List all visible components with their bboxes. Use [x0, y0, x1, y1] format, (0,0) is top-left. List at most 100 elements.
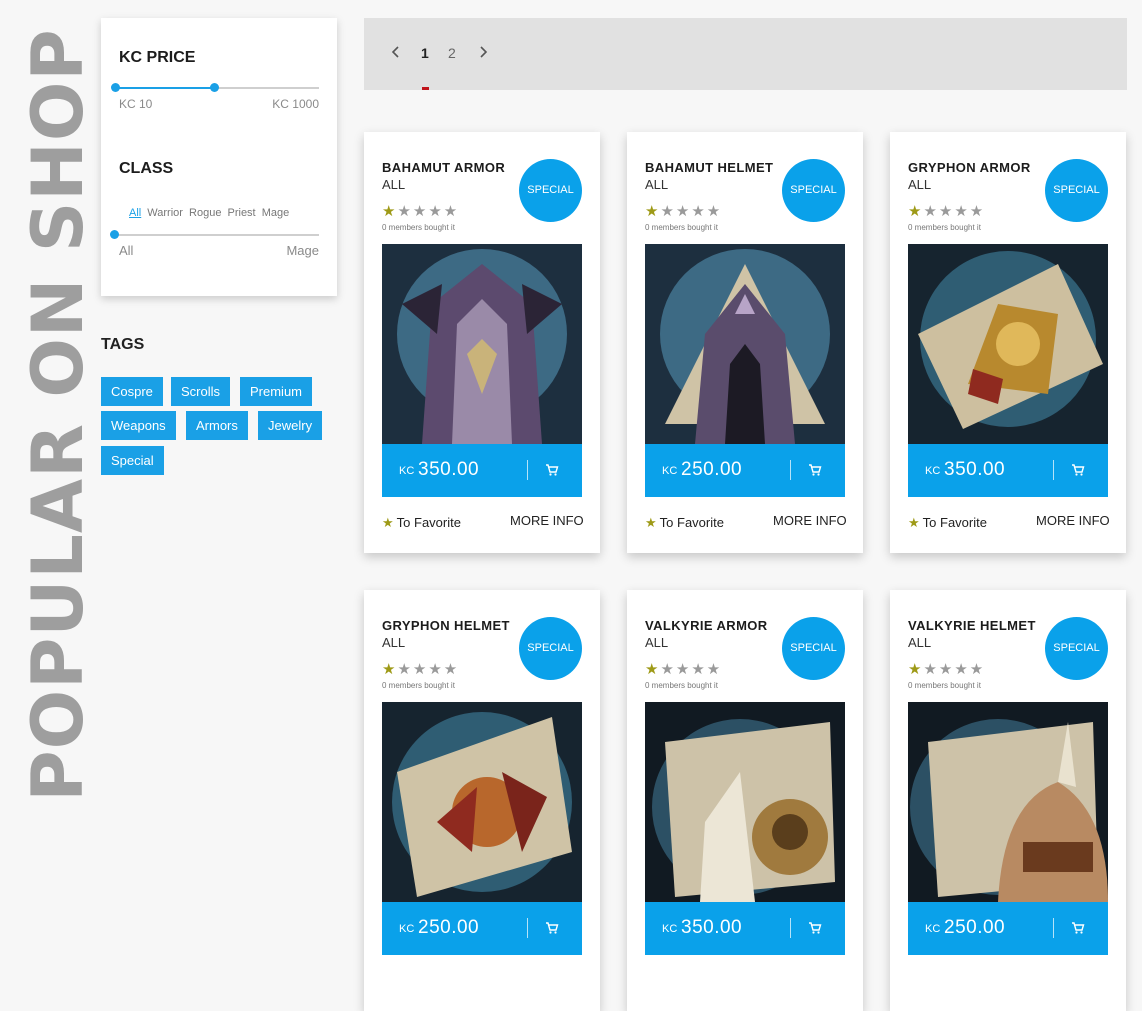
- cart-icon[interactable]: [808, 921, 822, 935]
- cart-icon[interactable]: [545, 463, 559, 477]
- star-icon: ★: [908, 515, 920, 530]
- bought-count: 0 members bought it: [382, 681, 455, 690]
- filter-panel: KC PRICE KC 10 KC 1000 CLASS All Warrior…: [101, 18, 337, 296]
- price-slider-max-handle[interactable]: [210, 83, 219, 92]
- favorite-label: To Favorite: [922, 515, 987, 530]
- class-min-label: All: [119, 243, 134, 258]
- product-image[interactable]: [908, 702, 1108, 902]
- price-divider: [790, 918, 791, 938]
- tag-cospre[interactable]: Cospre: [101, 377, 163, 406]
- class-option-priest[interactable]: Priest: [228, 207, 256, 219]
- bought-count: 0 members bought it: [645, 681, 718, 690]
- price-bar: KC 350.00: [645, 902, 845, 955]
- product-card: BAHAMUT ARMOR ALL SPECIAL ★★★★★ 0 member…: [364, 132, 600, 553]
- favorite-link[interactable]: ★ To Favorite: [645, 515, 724, 531]
- price-max-label: KC 1000: [272, 97, 319, 111]
- product-image[interactable]: [908, 244, 1108, 444]
- cart-icon[interactable]: [1071, 463, 1085, 477]
- product-card: GRYPHON HELMET ALL SPECIAL ★★★★★ 0 membe…: [364, 590, 600, 1011]
- tag-scrolls[interactable]: Scrolls: [171, 377, 231, 406]
- rating-stars: ★★★★★: [382, 203, 460, 220]
- more-info-link[interactable]: MORE INFO: [773, 513, 847, 528]
- price-filter-heading: KC PRICE: [119, 49, 196, 66]
- price-currency: KC: [662, 465, 678, 477]
- rating-stars: ★★★★★: [645, 203, 723, 220]
- price-divider: [790, 460, 791, 480]
- tag-armors[interactable]: Armors: [186, 411, 248, 440]
- product-class: ALL: [645, 635, 669, 650]
- more-info-link[interactable]: MORE INFO: [510, 513, 584, 528]
- product-image[interactable]: [382, 244, 582, 444]
- product-name[interactable]: BAHAMUT HELMET: [645, 160, 773, 175]
- bought-count: 0 members bought it: [908, 223, 981, 232]
- product-name[interactable]: VALKYRIE ARMOR: [645, 618, 768, 633]
- price-amount: 250.00: [418, 917, 480, 938]
- product-name[interactable]: BAHAMUT ARMOR: [382, 160, 505, 175]
- product-image[interactable]: [382, 702, 582, 902]
- tag-jewelry[interactable]: Jewelry: [258, 411, 323, 440]
- bought-count: 0 members bought it: [382, 223, 455, 232]
- favorite-label: To Favorite: [396, 515, 461, 530]
- favorite-link[interactable]: ★ To Favorite: [382, 515, 461, 531]
- class-filter-heading: CLASS: [119, 160, 174, 177]
- pagination-bar: 1 2: [364, 18, 1127, 90]
- product-class: ALL: [382, 177, 406, 192]
- chevron-left-icon[interactable]: [391, 45, 400, 61]
- price-amount: 350.00: [944, 459, 1006, 480]
- cart-icon[interactable]: [808, 463, 822, 477]
- product-class: ALL: [908, 635, 932, 650]
- price-slider-fill: [116, 87, 215, 89]
- favorite-link[interactable]: ★ To Favorite: [908, 515, 987, 531]
- tag-weapons[interactable]: Weapons: [101, 411, 176, 440]
- special-badge: SPECIAL: [782, 617, 845, 680]
- price-bar: KC 350.00: [382, 444, 582, 497]
- tags-heading: TAGS: [101, 336, 145, 353]
- page-2-link[interactable]: 2: [448, 45, 456, 61]
- class-slider-handle[interactable]: [110, 230, 119, 239]
- product-card: VALKYRIE HELMET ALL SPECIAL ★★★★★ 0 memb…: [890, 590, 1126, 1011]
- special-badge: SPECIAL: [782, 159, 845, 222]
- cart-icon[interactable]: [545, 921, 559, 935]
- chevron-right-icon[interactable]: [479, 45, 488, 61]
- price-currency: KC: [399, 465, 415, 477]
- price-amount: 250.00: [944, 917, 1006, 938]
- product-image[interactable]: [645, 702, 845, 902]
- price-bar: KC 350.00: [908, 444, 1108, 497]
- rating-stars: ★★★★★: [908, 661, 986, 678]
- class-slider-track[interactable]: [116, 234, 319, 236]
- rating-stars: ★★★★★: [908, 203, 986, 220]
- price-divider: [527, 460, 528, 480]
- cart-icon[interactable]: [1071, 921, 1085, 935]
- class-option-all[interactable]: All: [129, 207, 141, 219]
- price-currency: KC: [662, 923, 678, 935]
- rating-stars: ★★★★★: [382, 661, 460, 678]
- price-amount: 350.00: [681, 917, 743, 938]
- product-name[interactable]: VALKYRIE HELMET: [908, 618, 1036, 633]
- favorite-label: To Favorite: [659, 515, 724, 530]
- product-image[interactable]: [645, 244, 845, 444]
- class-option-rogue[interactable]: Rogue: [189, 207, 221, 219]
- price-bar: KC 250.00: [645, 444, 845, 497]
- special-badge: SPECIAL: [519, 159, 582, 222]
- special-badge: SPECIAL: [1045, 617, 1108, 680]
- bought-count: 0 members bought it: [908, 681, 981, 690]
- price-amount: 350.00: [418, 459, 480, 480]
- tag-premium[interactable]: Premium: [240, 377, 313, 406]
- product-name[interactable]: GRYPHON HELMET: [382, 618, 510, 633]
- page-1-link[interactable]: 1: [421, 45, 429, 61]
- side-title: POPULAR ON SHOP: [17, 28, 99, 802]
- star-icon: ★: [382, 515, 394, 530]
- price-bar: KC 250.00: [908, 902, 1108, 955]
- product-class: ALL: [908, 177, 932, 192]
- more-info-link[interactable]: MORE INFO: [1036, 513, 1110, 528]
- class-option-warrior[interactable]: Warrior: [147, 207, 183, 219]
- class-option-mage[interactable]: Mage: [262, 207, 290, 219]
- tag-special[interactable]: Special: [101, 446, 164, 475]
- product-class: ALL: [645, 177, 669, 192]
- class-max-label: Mage: [286, 243, 319, 258]
- product-class: ALL: [382, 635, 406, 650]
- price-amount: 250.00: [681, 459, 743, 480]
- product-card: GRYPHON ARMOR ALL SPECIAL ★★★★★ 0 member…: [890, 132, 1126, 553]
- product-name[interactable]: GRYPHON ARMOR: [908, 160, 1031, 175]
- price-slider-min-handle[interactable]: [111, 83, 120, 92]
